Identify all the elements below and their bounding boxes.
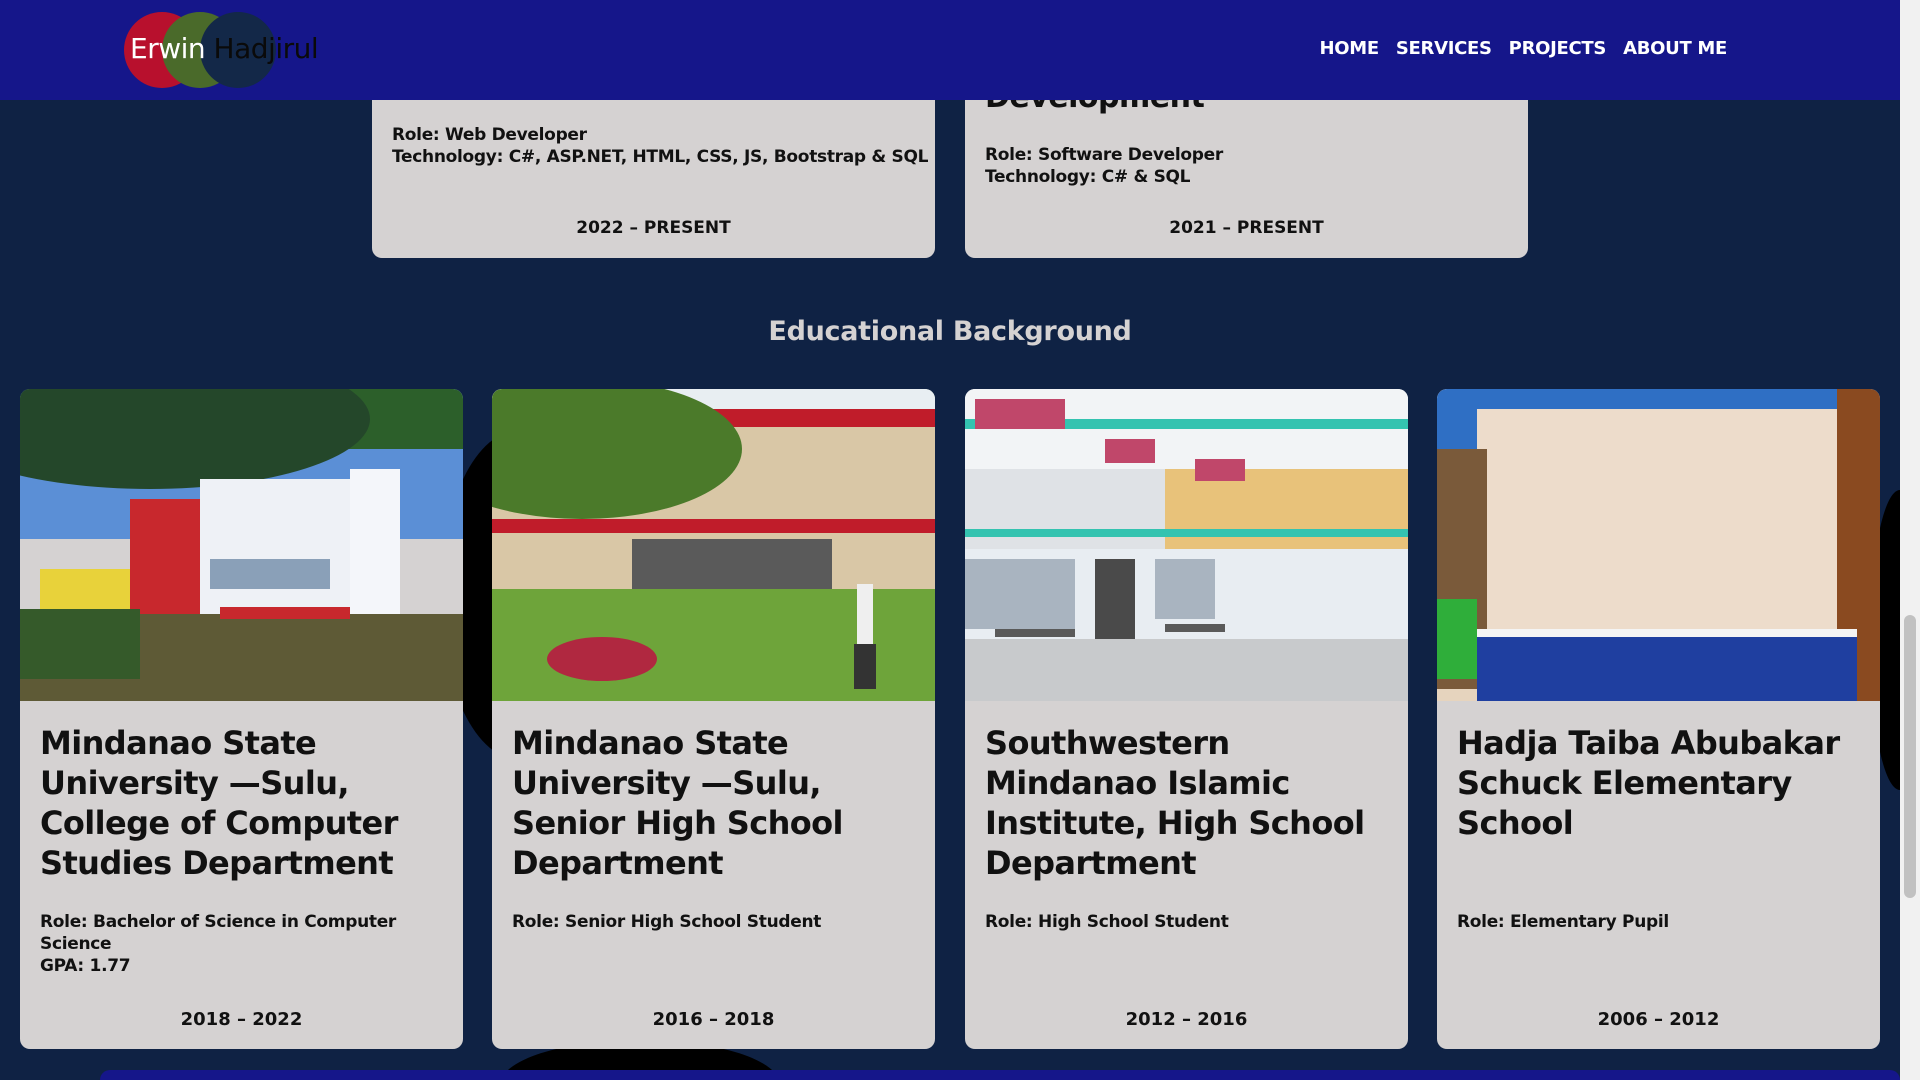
work-card-role: Role: Web Developer bbox=[392, 125, 587, 145]
education-card-role: Role: Senior High School Student bbox=[512, 911, 912, 933]
scrollbar-thumb[interactable] bbox=[1904, 615, 1916, 898]
education-card-role: Role: Bachelor of Science in Computer Sc… bbox=[40, 911, 440, 977]
education-card-title: Mindanao State University —Sulu, College… bbox=[40, 724, 398, 882]
education-card-title: Hadja Taiba Abubakar Schuck Elementary S… bbox=[1457, 724, 1840, 842]
nav-about-me[interactable]: ABOUT ME bbox=[1623, 38, 1727, 59]
nav-projects[interactable]: PROJECTS bbox=[1509, 38, 1607, 59]
elementary-school-wall-photo bbox=[1437, 389, 1880, 701]
education-card-years: 2012 – 2016 bbox=[1125, 1009, 1248, 1030]
education-card-role: Role: Elementary Pupil bbox=[1457, 911, 1857, 933]
site-logo[interactable]: Erwin Hadjirul bbox=[124, 12, 324, 88]
work-card-role: Role: Software Developer bbox=[985, 145, 1223, 165]
education-role-text: Role: Senior High School Student bbox=[512, 912, 822, 932]
work-card-technology: Technology: C# & SQL bbox=[985, 167, 1191, 187]
footer-edge bbox=[100, 1070, 1900, 1080]
education-card-role: Role: High School Student bbox=[985, 911, 1385, 933]
main-nav: HOME SERVICES PROJECTS ABOUT ME bbox=[1319, 38, 1727, 59]
work-card-technology: Technology: C#, ASP.NET, HTML, CSS, JS, … bbox=[392, 147, 929, 167]
education-card-years: 2018 – 2022 bbox=[180, 1009, 303, 1030]
education-card: Hadja Taiba Abubakar Schuck Elementary S… bbox=[1437, 389, 1880, 1049]
education-role-text: Role: High School Student bbox=[985, 912, 1229, 932]
high-school-building-photo bbox=[965, 389, 1408, 701]
nav-home[interactable]: HOME bbox=[1319, 38, 1379, 59]
logo-text: Erwin Hadjirul bbox=[130, 32, 319, 65]
education-card-title: Mindanao State University —Sulu, Senior … bbox=[512, 724, 844, 882]
logo-last-name: Hadjirul bbox=[213, 32, 319, 65]
education-card-years: 2016 – 2018 bbox=[652, 1009, 775, 1030]
education-gpa: GPA: 1.77 bbox=[40, 956, 131, 976]
logo-first-name: Erwin bbox=[130, 32, 206, 65]
site-header: Erwin Hadjirul HOME SERVICES PROJECTS AB… bbox=[0, 0, 1900, 100]
work-card-years: 2022 – PRESENT bbox=[576, 218, 731, 238]
work-card-info: Role: Software Developer Technology: C# … bbox=[985, 144, 1223, 188]
education-card: Mindanao State University —Sulu, College… bbox=[20, 389, 463, 1049]
work-card-info: Role: Web Developer Technology: C#, ASP.… bbox=[392, 124, 928, 168]
section-title: Educational Background bbox=[768, 316, 1132, 347]
school-building-photo bbox=[492, 389, 935, 701]
education-role-text: Role: Bachelor of Science in Computer Sc… bbox=[40, 912, 397, 954]
education-card: Mindanao State University —Sulu, Senior … bbox=[492, 389, 935, 1049]
education-card: Southwestern Mindanao Islamic Institute,… bbox=[965, 389, 1408, 1049]
nav-services[interactable]: SERVICES bbox=[1396, 38, 1492, 59]
education-role-text: Role: Elementary Pupil bbox=[1457, 912, 1669, 932]
university-building-photo bbox=[20, 389, 463, 701]
education-card-title: Southwestern Mindanao Islamic Institute,… bbox=[985, 724, 1365, 882]
page-scrollbar[interactable] bbox=[1900, 0, 1920, 1080]
education-card-years: 2006 – 2012 bbox=[1597, 1009, 1720, 1030]
work-card-years: 2021 – PRESENT bbox=[1169, 218, 1324, 238]
